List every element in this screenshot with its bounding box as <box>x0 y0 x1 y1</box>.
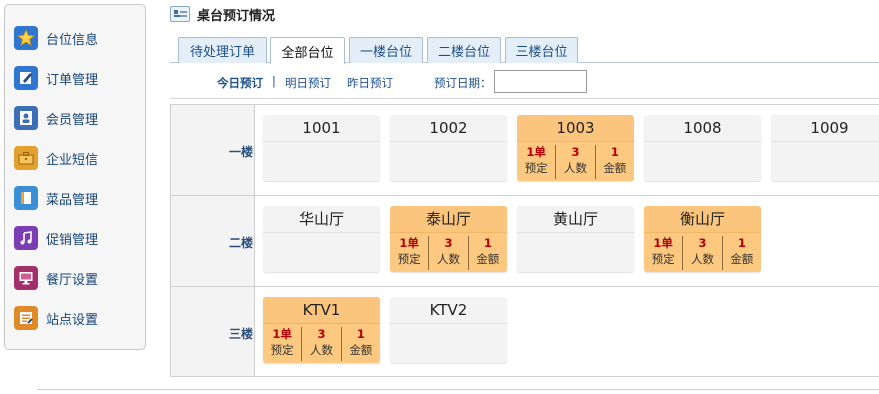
sidebar-item-restaurant-settings[interactable]: 餐厅设置 <box>14 264 139 292</box>
settings-icon <box>14 306 38 330</box>
table-name: 1008 <box>644 115 761 142</box>
table-card-taishan[interactable]: 泰山厅 1单 预定 3 人数 1 金额 <box>390 206 507 272</box>
table-card-hengshan[interactable]: 衡山厅 1单 预定 3 人数 1 金额 <box>644 206 761 272</box>
divider <box>170 98 879 99</box>
people-count: 3 人数 <box>428 236 467 270</box>
tab-pending-orders[interactable]: 待处理订单 <box>178 37 267 63</box>
filter-tomorrow-link[interactable]: 明日预订 <box>285 75 331 91</box>
sidebar-item-promotions[interactable]: 促销管理 <box>14 224 139 252</box>
sidebar-item-label: 台位信息 <box>46 32 99 48</box>
table-card-1002[interactable]: 1002 <box>390 115 507 181</box>
date-label: 预订日期： <box>434 76 492 90</box>
amount: 1 金额 <box>594 145 634 179</box>
floor-label-1: 一楼 <box>228 145 253 159</box>
filter-today-link[interactable]: 今日预订 <box>217 75 263 91</box>
star-icon <box>14 26 38 50</box>
page-title: 桌台预订情况 <box>197 8 276 24</box>
sidebar-item-label: 站点设置 <box>46 312 99 328</box>
sidebar-item-label: 餐厅设置 <box>46 272 99 288</box>
table-card-1008[interactable]: 1008 <box>644 115 761 181</box>
sidebar-item-sms[interactable]: 企业短信 <box>14 144 139 172</box>
monitor-icon <box>14 266 38 290</box>
floor-label-2: 二楼 <box>228 236 253 250</box>
table-name: 1002 <box>390 115 507 142</box>
book-icon <box>14 186 38 210</box>
footer-divider <box>37 389 879 390</box>
booking-count: 1单 预定 <box>270 327 294 357</box>
people-count: 3 人数 <box>301 327 340 361</box>
sidebar-item-label: 促销管理 <box>46 232 99 248</box>
music-icon <box>14 226 38 250</box>
people-count: 3 人数 <box>682 236 721 270</box>
booking-stats: 1单 预定 3 人数 1 金额 <box>390 236 507 270</box>
booking-count: 1单 预定 <box>524 145 548 175</box>
table-card-ktv1[interactable]: KTV1 1单 预定 3 人数 1 金额 <box>263 297 380 363</box>
amount: 1 金额 <box>721 236 761 270</box>
sidebar-item-site-settings[interactable]: 站点设置 <box>14 304 139 332</box>
table-name: 1009 <box>771 115 879 142</box>
row-divider <box>171 286 879 287</box>
table-name: 泰山厅 <box>390 206 507 233</box>
tab-floor-3[interactable]: 三楼台位 <box>505 37 578 63</box>
sidebar-item-dishes[interactable]: 菜品管理 <box>14 184 139 212</box>
filter-yesterday-link[interactable]: 昨日预订 <box>347 75 393 91</box>
table-name: 衡山厅 <box>644 206 761 233</box>
table-card-1003[interactable]: 1003 1单 预定 3 人数 1 金额 <box>517 115 634 181</box>
sidebar: 台位信息 订单管理 会员管理 企业短信 菜品管理 促销管理 餐厅设置 站点设置 <box>4 4 146 350</box>
amount: 1 金额 <box>340 327 380 361</box>
table-card-1009[interactable]: 1009 <box>771 115 879 181</box>
row-divider <box>171 195 879 196</box>
table-list-icon <box>170 6 190 22</box>
booking-stats: 1单 预定 3 人数 1 金额 <box>517 145 634 179</box>
tab-floor-2[interactable]: 二楼台位 <box>427 37 501 63</box>
table-name: 1001 <box>263 115 380 142</box>
booking-filter-bar: 今日预订 | 明日预订 昨日预订 预订日期： <box>0 68 879 94</box>
sidebar-item-label: 菜品管理 <box>46 192 99 208</box>
table-name: 黄山厅 <box>517 206 634 233</box>
tab-all-tables[interactable]: 全部台位 <box>270 37 345 64</box>
booking-count: 1单 预定 <box>397 236 421 266</box>
tab-floor-1[interactable]: 一楼台位 <box>349 37 423 63</box>
table-card-1001[interactable]: 1001 <box>263 115 380 181</box>
booking-count: 1单 预定 <box>651 236 675 266</box>
member-icon <box>14 106 38 130</box>
sidebar-item-table-info[interactable]: 台位信息 <box>14 24 139 52</box>
amount: 1 金额 <box>467 236 507 270</box>
briefcase-icon <box>14 146 38 170</box>
page-header: 桌台预订情况 <box>170 5 276 24</box>
booking-date-input[interactable] <box>494 70 587 93</box>
table-card-ktv2[interactable]: KTV2 <box>390 297 507 363</box>
floor-grid: 一楼 二楼 三楼 1001 1002 1003 1单 预定 3 人数 1 金额 100… <box>170 104 879 377</box>
floor-label-3: 三楼 <box>228 327 253 341</box>
table-name: 华山厅 <box>263 206 380 233</box>
booking-stats: 1单 预定 3 人数 1 金额 <box>644 236 761 270</box>
sidebar-item-label: 会员管理 <box>46 112 99 128</box>
table-card-huashan[interactable]: 华山厅 <box>263 206 380 272</box>
table-name: 1003 <box>517 115 634 142</box>
booking-stats: 1单 预定 3 人数 1 金额 <box>263 327 380 361</box>
table-name: KTV2 <box>390 297 507 324</box>
filter-separator: | <box>272 74 276 88</box>
sidebar-item-members[interactable]: 会员管理 <box>14 104 139 132</box>
table-card-huangshan[interactable]: 黄山厅 <box>517 206 634 272</box>
people-count: 3 人数 <box>555 145 594 179</box>
sidebar-item-label: 企业短信 <box>46 152 99 168</box>
table-name: KTV1 <box>263 297 380 324</box>
